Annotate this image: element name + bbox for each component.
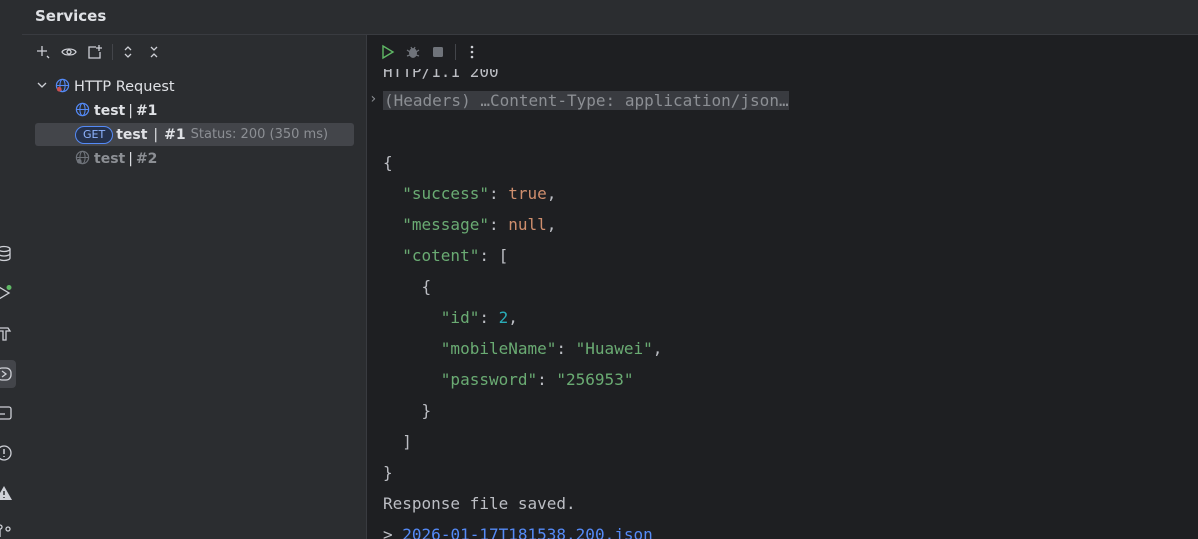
json-line: { (383, 152, 393, 174)
separator: | (128, 151, 133, 167)
json-bracket: ] (402, 432, 412, 451)
json-value: "256953" (556, 370, 634, 389)
headers-fold[interactable]: (Headers) …Content-Type: application/jso… (383, 90, 789, 112)
more-icon[interactable] (462, 42, 482, 62)
method-badge: GET (75, 125, 114, 144)
tree-node-http-request[interactable]: HTTP Request (36, 76, 175, 98)
headers-summary[interactable]: (Headers) …Content-Type: application/jso… (383, 91, 789, 110)
json-brace: { (421, 277, 432, 296)
json-key: "cotent" (402, 246, 480, 265)
terminal-icon[interactable] (0, 403, 14, 423)
json-line: "id": 2, (440, 308, 518, 327)
services-tree-panel: HTTP Request test | #1 GET test | #1 Sta… (22, 35, 367, 539)
json-line: "password": "256953" (440, 370, 634, 389)
toolbar-divider (455, 44, 456, 60)
response-console: HTTP/1.1 200 › (Headers) …Content-Type: … (367, 69, 1198, 539)
json-line: { (383, 276, 432, 298)
json-key: "message" (402, 215, 489, 234)
tool-window-strip (0, 0, 23, 539)
json-line: "success": true, (402, 184, 557, 203)
expand-all-icon[interactable] (118, 42, 138, 62)
globe-icon (75, 102, 90, 121)
tree-item[interactable]: test | #1 (75, 100, 157, 122)
collapse-all-icon[interactable] (144, 42, 164, 62)
request-number: #2 (135, 151, 158, 167)
separator: | (153, 126, 159, 143)
new-tab-icon[interactable] (85, 42, 105, 62)
json-line: "message": null, (402, 215, 557, 234)
problems-icon[interactable] (0, 443, 14, 463)
separator: | (128, 103, 133, 119)
globe-disabled-icon (75, 150, 90, 169)
tree-root-label: HTTP Request (74, 79, 175, 95)
json-brace: { (383, 153, 393, 172)
saved-message: Response file saved. (383, 494, 576, 513)
json-value: 2 (498, 308, 509, 327)
run-icon[interactable] (377, 42, 397, 62)
json-line: ] (383, 431, 412, 453)
tree-item[interactable]: test | #2 (75, 148, 157, 170)
json-bracket: [ (498, 246, 509, 265)
json-key: "password" (440, 370, 538, 389)
panel-title: Services (35, 7, 107, 25)
json-brace: } (383, 463, 393, 482)
request-name: test (94, 103, 126, 119)
response-status: Status: 200 (350 ms) (190, 127, 329, 142)
toolbar-divider (112, 44, 113, 60)
file-line: > 2026-01-17T181538.200.json (383, 524, 653, 539)
stop-icon[interactable] (428, 42, 448, 62)
json-key: "success" (402, 184, 489, 203)
chevron-right-icon[interactable]: › (369, 91, 377, 107)
json-line: "mobileName": "Huawei", (440, 339, 663, 358)
request-name: test (94, 151, 126, 167)
json-value: "Huawei" (575, 339, 653, 358)
json-key: "id" (440, 308, 480, 327)
json-line: "cotent": [ (402, 246, 509, 265)
json-value: true (508, 184, 547, 203)
warning-icon[interactable] (0, 483, 14, 503)
run-toolbar (367, 35, 1198, 69)
git-icon[interactable] (0, 521, 14, 539)
response-file-link[interactable]: 2026-01-17T181538.200.json (402, 525, 652, 539)
request-name: test (116, 126, 148, 143)
tree-toolbar (22, 35, 366, 69)
json-key: "mobileName" (440, 339, 557, 358)
eye-icon[interactable] (59, 42, 79, 62)
json-line: } (383, 462, 393, 484)
tree-item-selected[interactable]: GET test | #1 Status: 200 (350 ms) (35, 123, 354, 146)
services-header: Services (22, 0, 1198, 35)
json-line: } (383, 400, 432, 422)
globe-icon (55, 78, 70, 97)
database-icon[interactable] (0, 244, 14, 264)
services-icon[interactable] (0, 360, 16, 388)
chevron-down-icon[interactable] (36, 79, 48, 95)
status-line: HTTP/1.1 200 (383, 69, 499, 81)
add-icon[interactable] (33, 42, 53, 62)
debug-icon[interactable] (403, 42, 423, 62)
hammer-icon[interactable] (0, 323, 14, 343)
json-brace: } (421, 401, 432, 420)
request-number: #1 (135, 103, 158, 119)
response-panel: HTTP/1.1 200 › (Headers) …Content-Type: … (367, 35, 1198, 539)
request-number: #1 (164, 126, 186, 143)
run-services-icon[interactable] (0, 283, 14, 303)
file-prefix: > (383, 525, 393, 539)
json-value: null (508, 215, 547, 234)
